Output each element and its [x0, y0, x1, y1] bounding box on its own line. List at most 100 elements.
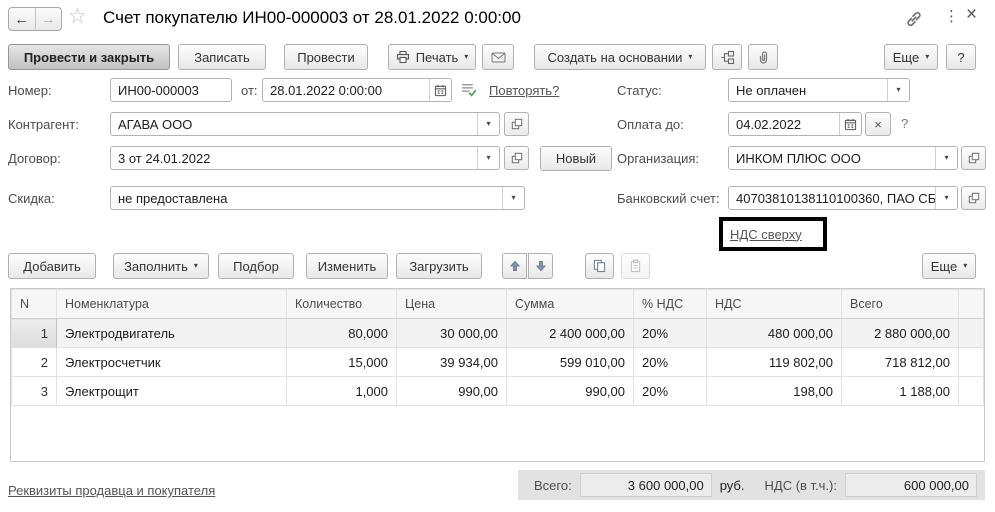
document-structure-icon	[720, 50, 735, 65]
col-header-vat-percent[interactable]: % НДС	[633, 289, 707, 319]
table-row[interactable]: 1 Электродвигатель 80,000 30 000,00 2 40…	[11, 318, 984, 348]
chevron-down-icon: ▾	[688, 52, 693, 61]
printer-icon	[396, 50, 410, 64]
number-input[interactable]: ИН00-000003	[110, 78, 232, 102]
organization-label: Организация:	[617, 151, 700, 166]
counterparty-label: Контрагент:	[8, 117, 79, 132]
seller-buyer-details-link[interactable]: Реквизиты продавца и покупателя	[8, 483, 215, 498]
number-label: Номер:	[8, 83, 52, 98]
window-menu-icon[interactable]: ⋮	[944, 7, 959, 25]
bank-account-label: Банковский счет:	[617, 191, 720, 206]
load-button[interactable]: Загрузить	[396, 253, 482, 279]
chevron-down-icon[interactable]: ▾	[887, 79, 909, 101]
contract-combo[interactable]: 3 от 24.01.2022 ▾	[110, 146, 500, 170]
status-label: Статус:	[617, 83, 662, 98]
chevron-down-icon: ▾	[464, 52, 469, 61]
calendar-icon[interactable]	[839, 113, 861, 135]
table-more-button[interactable]: Еще ▾	[922, 253, 976, 279]
copy-rows-button[interactable]	[585, 253, 614, 279]
forward-button[interactable]: →	[36, 8, 62, 30]
favorite-star-icon[interactable]: ☆	[68, 4, 87, 29]
table-row[interactable]: 2 Электросчетчик 15,000 39 934,00 599 01…	[11, 347, 984, 377]
copy-icon	[593, 259, 606, 273]
organization-open-icon[interactable]	[961, 146, 986, 170]
back-button[interactable]: ←	[9, 8, 36, 30]
col-header-n[interactable]: N	[11, 289, 57, 319]
currency-label: руб.	[719, 477, 745, 493]
counterparty-open-icon[interactable]	[504, 112, 529, 136]
contract-open-icon[interactable]	[504, 146, 529, 170]
pay-until-label: Оплата до:	[617, 117, 684, 132]
chevron-down-icon: ▾	[925, 52, 930, 61]
send-email-button[interactable]	[482, 44, 514, 70]
clear-date-icon[interactable]: ×	[865, 112, 891, 136]
pay-until-input[interactable]: 04.02.2022	[728, 112, 862, 136]
nav-history-group: ← →	[8, 7, 62, 31]
bank-account-combo[interactable]: 40703810138110100360, ПАО СБ ▾	[728, 186, 958, 210]
totals-bar: Всего: 3 600 000,00 руб. НДС (в т.ч.): 6…	[518, 470, 985, 500]
chevron-down-icon: ▾	[193, 261, 198, 270]
attachments-button[interactable]	[748, 44, 778, 70]
pay-until-hint[interactable]: ?	[901, 116, 908, 131]
col-header-quantity[interactable]: Количество	[286, 289, 397, 319]
col-header-total[interactable]: Всего	[841, 289, 959, 319]
post-button[interactable]: Провести	[284, 44, 368, 70]
add-row-button[interactable]: Добавить	[8, 253, 96, 279]
recurring-list-icon[interactable]	[460, 81, 477, 98]
vat-highlight-box: НДС сверху	[719, 217, 827, 251]
back-arrow-icon: ←	[14, 10, 30, 28]
post-and-close-button[interactable]: Провести и закрыть	[8, 44, 170, 70]
save-button[interactable]: Записать	[178, 44, 266, 70]
arrow-up-icon	[509, 260, 521, 272]
help-button[interactable]: ?	[946, 44, 976, 70]
paperclip-icon	[756, 50, 770, 64]
arrow-down-icon	[535, 260, 547, 272]
chevron-down-icon[interactable]: ▾	[477, 113, 499, 135]
col-header-price[interactable]: Цена	[396, 289, 507, 319]
new-contract-button[interactable]: Новый	[540, 146, 612, 171]
vat-mode-link[interactable]: НДС сверху	[730, 227, 802, 242]
chevron-down-icon[interactable]: ▾	[502, 187, 524, 209]
forward-arrow-icon: →	[40, 10, 56, 28]
table-row[interactable]: 3 Электрощит 1,000 990,00 990,00 20% 198…	[11, 376, 984, 406]
total-value-field: 3 600 000,00	[579, 473, 712, 497]
envelope-icon	[491, 51, 506, 64]
fill-button[interactable]: Заполнить ▾	[113, 253, 209, 279]
organization-combo[interactable]: ИНКОМ ПЛЮС ООО ▾	[728, 146, 958, 170]
related-documents-button[interactable]	[712, 44, 742, 70]
col-header-vat[interactable]: НДС	[706, 289, 842, 319]
bank-account-open-icon[interactable]	[961, 186, 986, 210]
chevron-down-icon[interactable]: ▾	[935, 147, 957, 169]
table-header-row: N Номенклатура Количество Цена Сумма % Н…	[11, 289, 984, 319]
print-button[interactable]: Печать ▾	[388, 44, 476, 70]
chevron-down-icon[interactable]: ▾	[935, 187, 957, 209]
create-based-on-button[interactable]: Создать на основании ▾	[534, 44, 706, 70]
get-link-icon[interactable]	[905, 10, 923, 28]
date-from-label: от:	[241, 83, 258, 98]
edit-button[interactable]: Изменить	[306, 253, 388, 279]
counterparty-combo[interactable]: АГАВА ООО ▾	[110, 112, 500, 136]
move-row-up-button[interactable]	[502, 253, 527, 279]
contract-label: Договор:	[8, 151, 61, 166]
col-header-spare	[958, 289, 984, 319]
discount-combo[interactable]: не предоставлена ▾	[110, 186, 525, 210]
paste-clipboard-icon	[629, 259, 642, 273]
vat-total-label: НДС (в т.ч.):	[764, 477, 838, 493]
chevron-down-icon: ▾	[963, 261, 968, 270]
status-combo[interactable]: Не оплачен ▾	[728, 78, 910, 102]
discount-label: Скидка:	[8, 191, 55, 206]
more-actions-button[interactable]: Еще ▾	[884, 44, 938, 70]
total-label: Всего:	[534, 477, 572, 493]
col-header-sum[interactable]: Сумма	[506, 289, 634, 319]
paste-rows-button[interactable]	[621, 253, 650, 279]
move-row-down-button[interactable]	[528, 253, 553, 279]
pick-button[interactable]: Подбор	[218, 253, 294, 279]
repeat-link[interactable]: Повторять?	[489, 83, 559, 98]
col-header-nomenclature[interactable]: Номенклатура	[56, 289, 287, 319]
calendar-icon[interactable]	[429, 79, 451, 101]
items-table: N Номенклатура Количество Цена Сумма % Н…	[10, 288, 985, 462]
close-icon[interactable]: ×	[966, 4, 977, 26]
page-title: Счет покупателю ИН00-000003 от 28.01.202…	[103, 8, 521, 27]
chevron-down-icon[interactable]: ▾	[477, 147, 499, 169]
document-date-input[interactable]: 28.01.2022 0:00:00	[262, 78, 452, 102]
